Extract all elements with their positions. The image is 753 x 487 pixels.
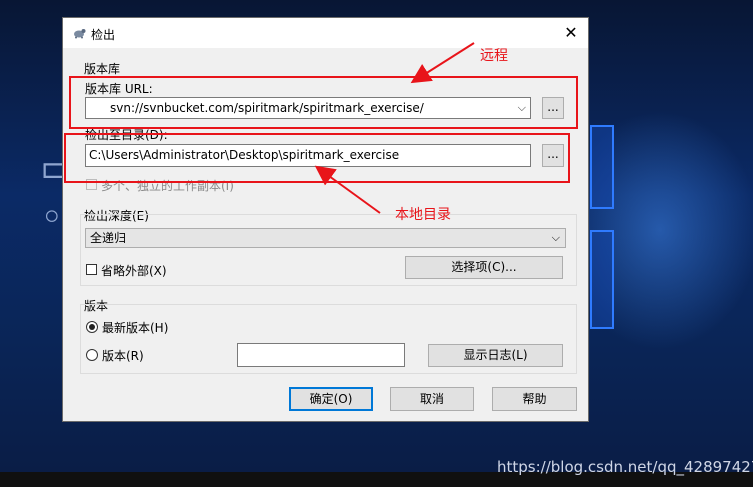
local-dir-highlight-box (64, 133, 570, 183)
repo-group-label: 版本库 (84, 62, 121, 76)
head-revision-radio[interactable] (86, 321, 98, 333)
dialog-title: 检出 (91, 28, 116, 42)
choose-items-button[interactable]: 选择项(C)... (405, 256, 563, 279)
specific-revision-label: 版本(R) (102, 349, 144, 363)
desktop-logo-fragment: ◦ (40, 195, 64, 241)
help-button[interactable]: 帮助 (492, 387, 577, 411)
depth-selected-value: 全递归 (90, 231, 127, 245)
watermark: https://blog.csdn.net/qq_42897427 (497, 458, 753, 476)
desktop-tile (590, 230, 614, 329)
local-dir-annotation: 本地目录 (395, 207, 451, 223)
title-bar: 检出 ✕ (63, 18, 588, 48)
cancel-button[interactable]: 取消 (390, 387, 474, 411)
remote-annotation: 远程 (480, 48, 508, 64)
specific-revision-radio[interactable] (86, 349, 98, 361)
revision-input[interactable] (237, 343, 405, 367)
ok-button[interactable]: 确定(O) (289, 387, 373, 411)
depth-dropdown[interactable]: 全递归 ⌵ (85, 228, 566, 248)
remote-highlight-box (69, 76, 578, 129)
close-button[interactable]: ✕ (560, 22, 582, 44)
desktop-tile (590, 125, 614, 209)
tortoise-icon (74, 29, 86, 39)
chevron-down-icon[interactable]: ⌵ (552, 229, 560, 247)
omit-externals-label: 省略外部(X) (101, 264, 167, 278)
head-revision-label: 最新版本(H) (102, 321, 169, 335)
show-log-button[interactable]: 显示日志(L) (428, 344, 563, 367)
omit-externals-checkbox[interactable] (86, 264, 97, 275)
